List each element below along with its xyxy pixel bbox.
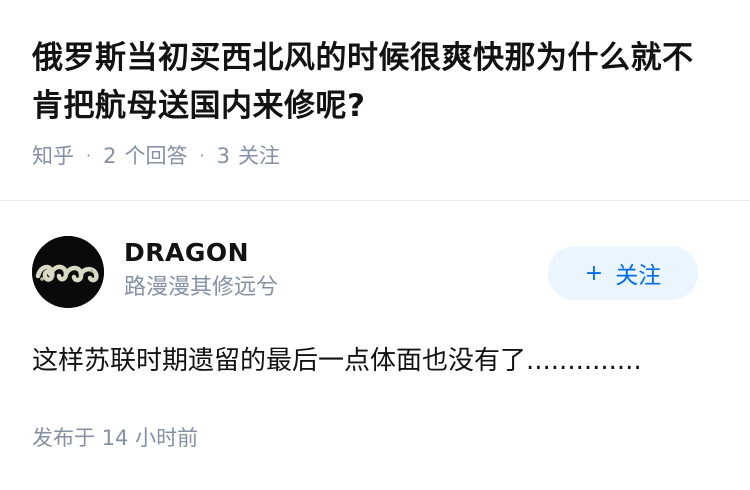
follow-button[interactable]: + 关注 (548, 246, 698, 300)
question-title[interactable]: 俄罗斯当初买西北风的时候很爽快那为什么就不肯把航母送国内来修呢? (32, 34, 722, 130)
author-info: DRAGON 路漫漫其修远兮 (124, 236, 278, 303)
follower-count: 3 (216, 144, 230, 168)
question-header: 俄罗斯当初买西北风的时候很爽快那为什么就不肯把航母送国内来修呢? 知乎 · 2 … (32, 34, 722, 170)
author-bio: 路漫漫其修远兮 (124, 275, 279, 300)
meta-separator: · (86, 146, 92, 165)
jade-dragon-avatar-icon (32, 236, 104, 308)
source-label: 知乎 (32, 144, 74, 168)
plus-icon: + (584, 260, 604, 286)
follower-count-label: 关注 (237, 144, 280, 168)
answer-count: 2 (103, 144, 117, 168)
divider (0, 200, 750, 201)
published-time: 14 小时前 (101, 426, 199, 450)
answer-publish-time: 发布于 14 小时前 (32, 424, 198, 452)
answer-content[interactable]: 这样苏联时期遗留的最后一点体面也没有了.............. (32, 341, 718, 381)
meta-separator: · (199, 146, 205, 165)
published-label: 发布于 (32, 426, 95, 450)
author-name[interactable]: DRAGON (124, 236, 278, 270)
answer-count-label: 个回答 (124, 144, 188, 168)
follow-button-label: 关注 (615, 263, 662, 289)
question-meta: 知乎 · 2 个回答 · 3 关注 (32, 142, 722, 170)
author-row: DRAGON 路漫漫其修远兮 + 关注 (32, 236, 698, 308)
author-avatar[interactable] (32, 236, 104, 308)
